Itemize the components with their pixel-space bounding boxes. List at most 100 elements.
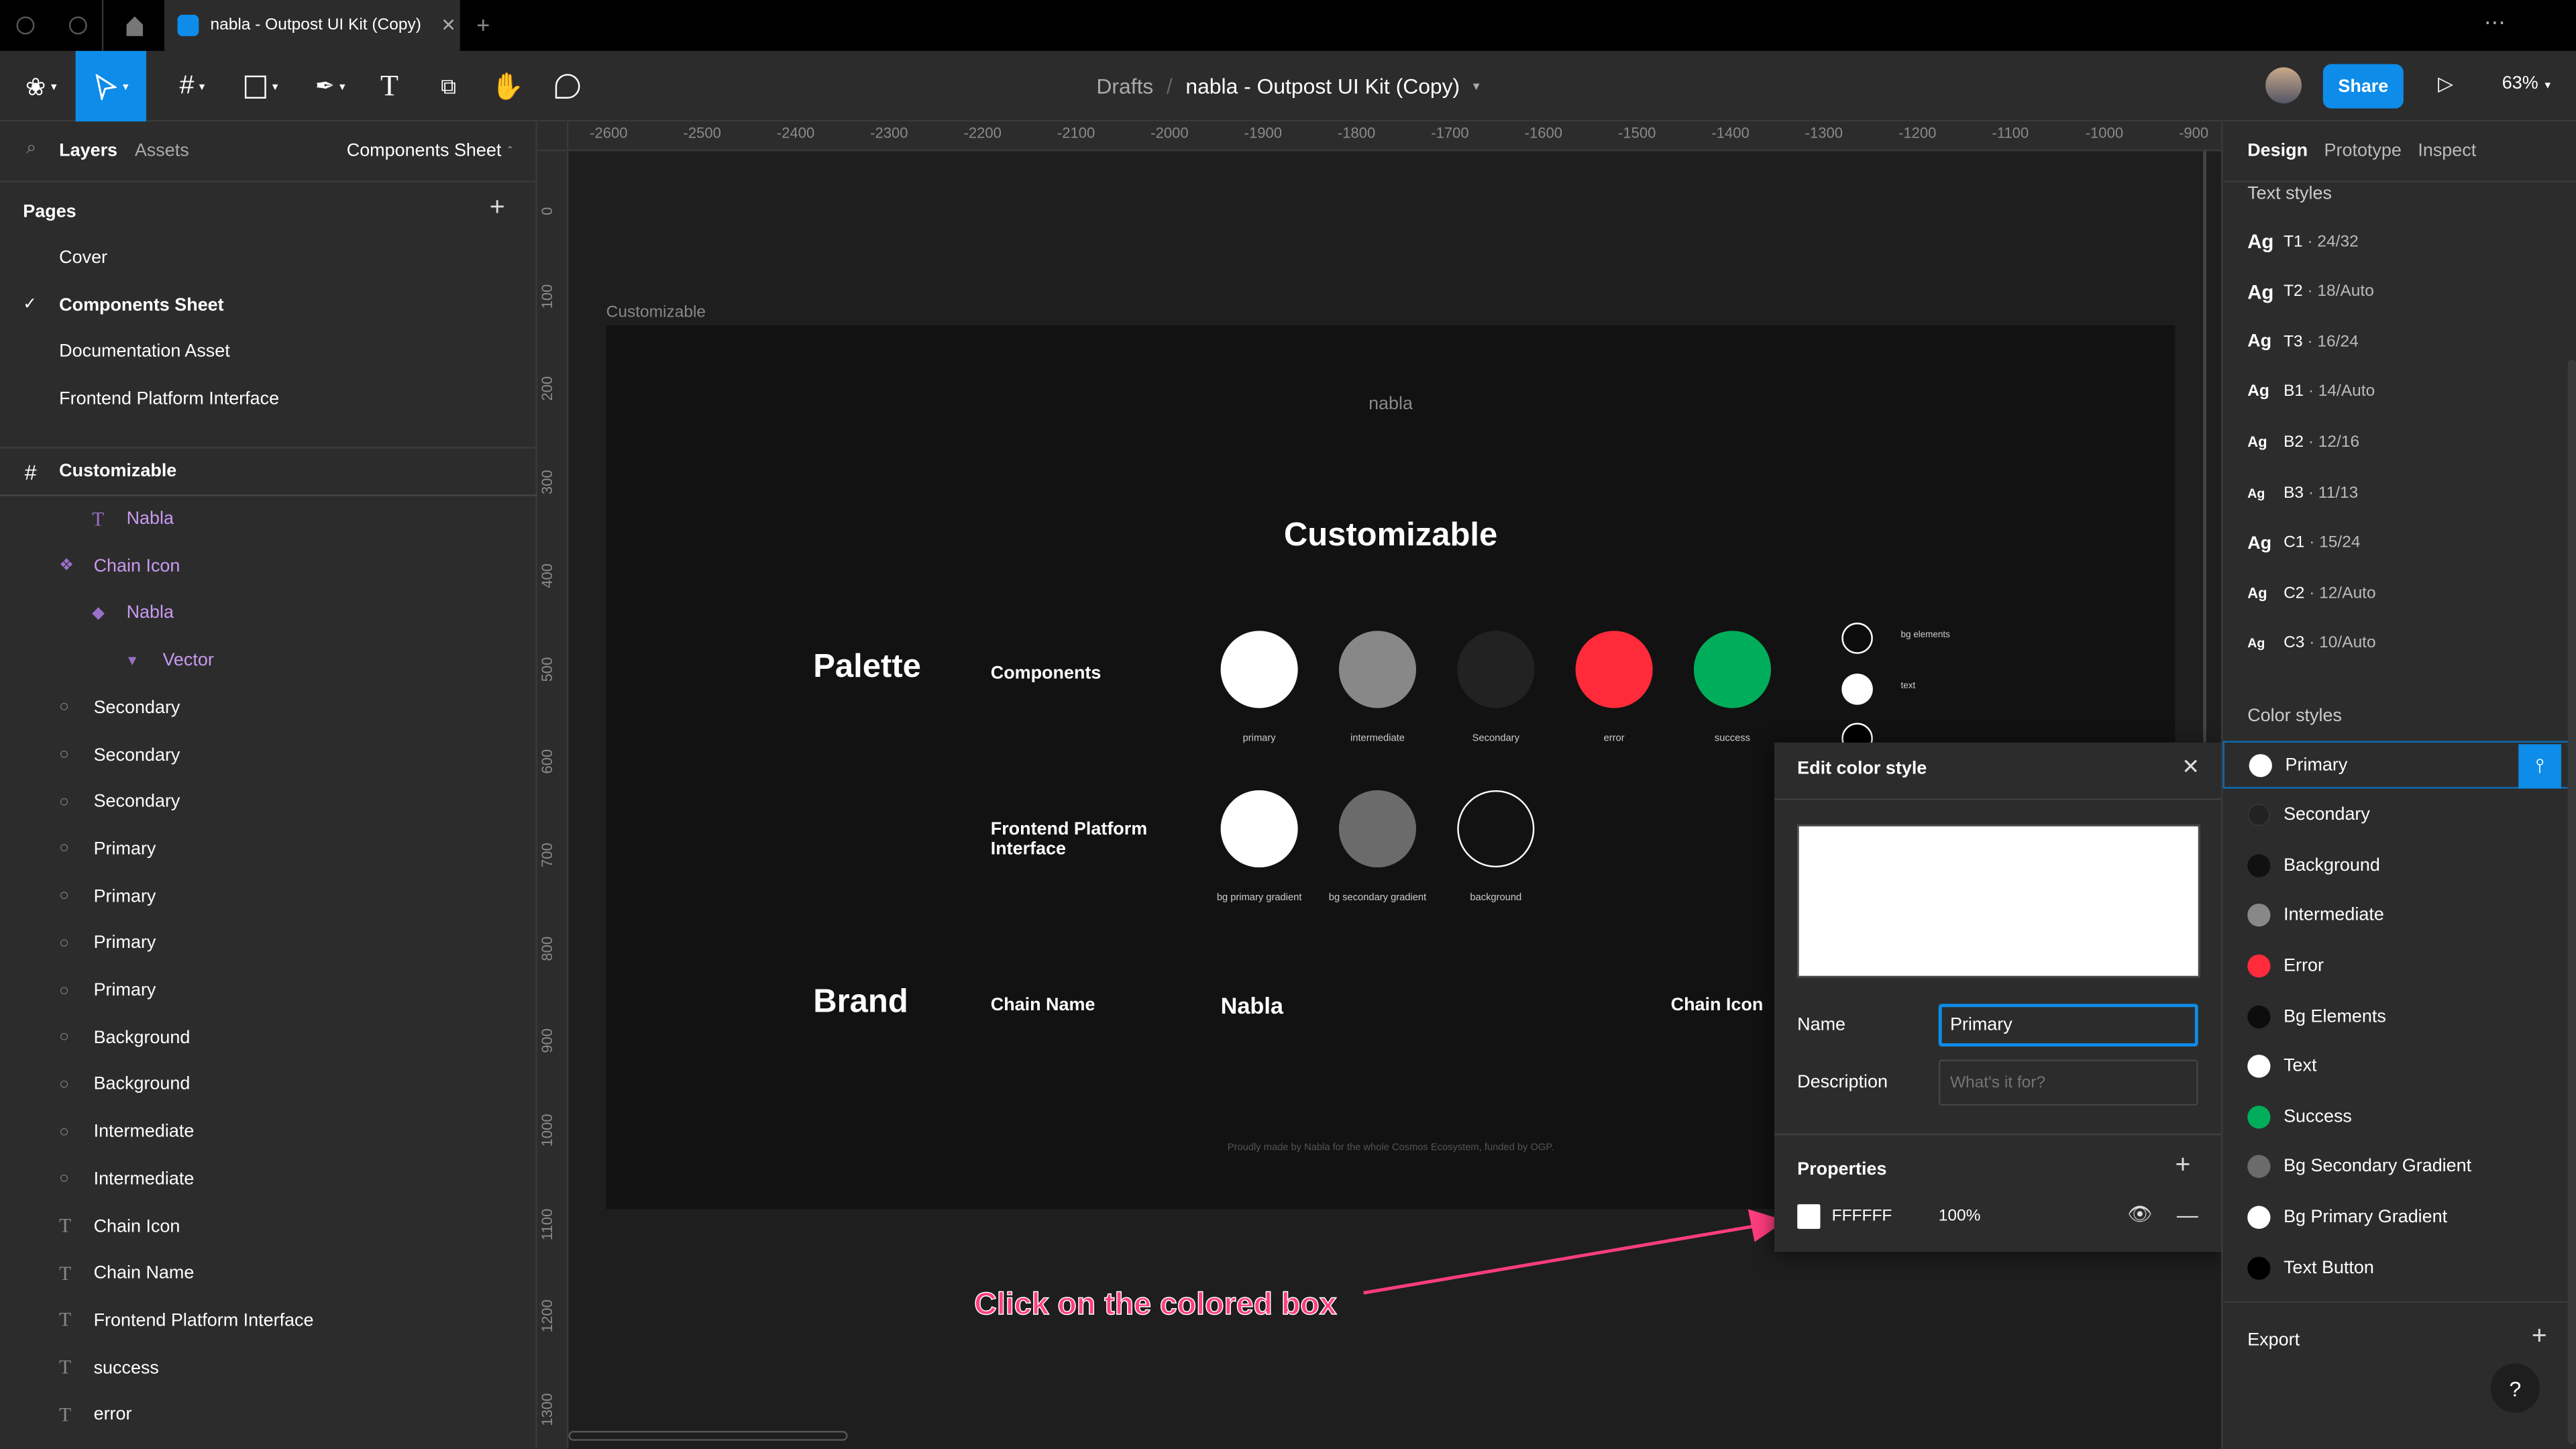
text-style-name: C1 xyxy=(2284,534,2305,553)
color-style-item[interactable]: Text Button xyxy=(2222,1244,2576,1291)
color-style-item[interactable]: Bg Elements xyxy=(2222,992,2576,1040)
properties-heading: Properties xyxy=(1797,1159,1887,1180)
layer-label: Chain Icon xyxy=(93,1216,180,1236)
text-style-spec: · 15/24 xyxy=(2304,534,2361,553)
tab-design[interactable]: Design xyxy=(2247,142,2308,161)
layer-item[interactable]: ○ Primary xyxy=(0,920,535,967)
text-style-sample: Ag xyxy=(2247,229,2274,254)
layer-item[interactable]: ○ Intermediate xyxy=(0,1109,535,1155)
opacity-value[interactable]: 100% xyxy=(1939,1208,1981,1226)
layer-item[interactable]: ○ Intermediate xyxy=(0,1157,535,1203)
text-style-item[interactable]: Ag C2 · 12/Auto xyxy=(2222,570,2576,616)
layer-label: Customizable xyxy=(59,462,177,482)
color-dot-icon xyxy=(2247,1155,2271,1179)
page-label: Documentation Asset xyxy=(59,342,230,362)
color-style-item[interactable]: Text xyxy=(2222,1042,2576,1090)
ellipse-icon: ○ xyxy=(59,1123,69,1142)
add-property-icon[interactable]: + xyxy=(2175,1152,2190,1181)
page-item[interactable]: Frontend Platform Interface xyxy=(0,376,535,423)
eye-icon[interactable]: 👁 xyxy=(2127,1203,2152,1226)
layer-label: Frontend Platform Interface xyxy=(93,1311,314,1331)
text-style-name: T2 xyxy=(2284,282,2303,301)
layer-item[interactable]: ○ Primary xyxy=(0,826,535,873)
text-style-item[interactable]: Ag B3 · 11/13 xyxy=(2222,470,2576,516)
color-style-item[interactable]: Primary ⫯ xyxy=(2222,741,2576,789)
help-button[interactable]: ? xyxy=(2490,1363,2540,1413)
ellipse-icon: ○ xyxy=(59,840,69,859)
color-style-item[interactable]: Secondary xyxy=(2222,791,2576,839)
search-icon[interactable]: ⌕ xyxy=(26,138,36,160)
layer-item[interactable]: ○ Primary xyxy=(0,873,535,920)
remove-property-icon[interactable]: — xyxy=(2177,1203,2198,1228)
color-style-name: Background xyxy=(2284,855,2380,875)
name-input[interactable] xyxy=(1938,1004,2198,1047)
add-page-icon[interactable]: + xyxy=(490,194,505,223)
text-style-item[interactable]: Ag T1 · 24/32 xyxy=(2222,219,2576,265)
text-style-sample: Ag xyxy=(2247,383,2269,402)
layer-item[interactable]: ○ Background xyxy=(0,1062,535,1108)
layer-label: error xyxy=(93,1405,132,1425)
text-style-spec: · 18/Auto xyxy=(2302,282,2374,301)
color-dot-icon xyxy=(2249,753,2272,777)
text-style-item[interactable]: Ag B2 · 12/16 xyxy=(2222,419,2576,466)
text-style-item[interactable]: Ag T3 · 16/24 xyxy=(2222,319,2576,366)
text-icon: T xyxy=(59,1355,72,1379)
pages-heading: Pages xyxy=(23,202,76,222)
layer-label: Nabla xyxy=(126,509,174,529)
page-label: Components Sheet xyxy=(59,295,224,315)
description-input[interactable] xyxy=(1938,1059,2198,1106)
page-selector[interactable]: Components Sheet ˆ xyxy=(347,142,513,161)
tab-layers[interactable]: Layers xyxy=(59,142,117,161)
page-item[interactable]: Documentation Asset xyxy=(0,329,535,376)
page-label: Cover xyxy=(59,248,108,268)
layer-item[interactable]: T Chain Icon xyxy=(0,1203,535,1250)
name-label: Name xyxy=(1797,1015,1846,1035)
frame-icon: # xyxy=(24,459,37,484)
text-style-item[interactable]: Ag C1 · 15/24 xyxy=(2222,520,2576,566)
layer-item[interactable]: ○ Secondary xyxy=(0,732,535,778)
color-style-item[interactable]: Success xyxy=(2222,1093,2576,1140)
add-export-icon[interactable]: + xyxy=(2532,1322,2547,1352)
scrollbar[interactable] xyxy=(2567,360,2576,1444)
close-icon[interactable]: ✕ xyxy=(2182,754,2200,780)
layer-item[interactable]: ▾ Vector xyxy=(0,637,535,684)
layer-item[interactable]: ○ Secondary xyxy=(0,779,535,825)
layer-label: Primary xyxy=(93,981,156,1001)
color-swatch-box[interactable] xyxy=(1797,1204,1821,1229)
color-style-item[interactable]: Bg Secondary Gradient xyxy=(2222,1143,2576,1191)
color-style-item[interactable]: Intermediate xyxy=(2222,892,2576,939)
tab-inspect[interactable]: Inspect xyxy=(2418,142,2476,161)
instance-icon: ◆ xyxy=(92,604,105,623)
color-style-item[interactable]: Background xyxy=(2222,841,2576,889)
color-style-item[interactable]: Bg Primary Gradient xyxy=(2222,1193,2576,1241)
edit-style-icon[interactable]: ⫯ xyxy=(2518,744,2561,789)
layer-item[interactable]: ○ Secondary xyxy=(0,685,535,731)
text-style-item[interactable]: Ag C3 · 10/Auto xyxy=(2222,621,2576,667)
layer-item[interactable]: T Nabla xyxy=(0,496,535,543)
page-item[interactable]: ✓ Components Sheet xyxy=(0,282,535,328)
text-icon: T xyxy=(59,1402,72,1426)
ellipse-icon: ○ xyxy=(59,1170,69,1189)
layer-item[interactable]: T Frontend Platform Interface xyxy=(0,1297,535,1344)
text-style-item[interactable]: Ag T2 · 18/Auto xyxy=(2222,269,2576,315)
color-style-item[interactable]: Error xyxy=(2222,942,2576,989)
layer-item[interactable]: ○ Primary xyxy=(0,967,535,1014)
layer-item[interactable]: ○ Background xyxy=(0,1015,535,1061)
layer-label: Vector xyxy=(162,651,214,671)
layer-item[interactable]: Terror xyxy=(0,1392,535,1438)
page-item[interactable]: Cover xyxy=(0,235,535,281)
layer-item[interactable]: ◆ Nabla xyxy=(0,590,535,637)
text-style-item[interactable]: Ag B1 · 14/Auto xyxy=(2222,370,2576,416)
ellipse-icon: ○ xyxy=(59,698,69,717)
layer-item[interactable]: T Chain Name xyxy=(0,1250,535,1297)
layer-frame-customizable[interactable]: # Customizable xyxy=(0,449,535,495)
check-icon: ✓ xyxy=(23,296,37,315)
layer-item[interactable]: Tsuccess xyxy=(0,1345,535,1391)
hex-value[interactable]: FFFFFF xyxy=(1832,1208,1892,1226)
ellipse-icon: ○ xyxy=(59,934,69,953)
vector-icon: ▾ xyxy=(128,651,137,670)
tab-prototype[interactable]: Prototype xyxy=(2324,142,2402,161)
layer-item[interactable]: ❖ Chain Icon xyxy=(0,543,535,590)
tab-assets[interactable]: Assets xyxy=(135,142,189,161)
design-panel: Design Prototype Inspect Text styles Ag T1 … xyxy=(2221,121,2576,1449)
